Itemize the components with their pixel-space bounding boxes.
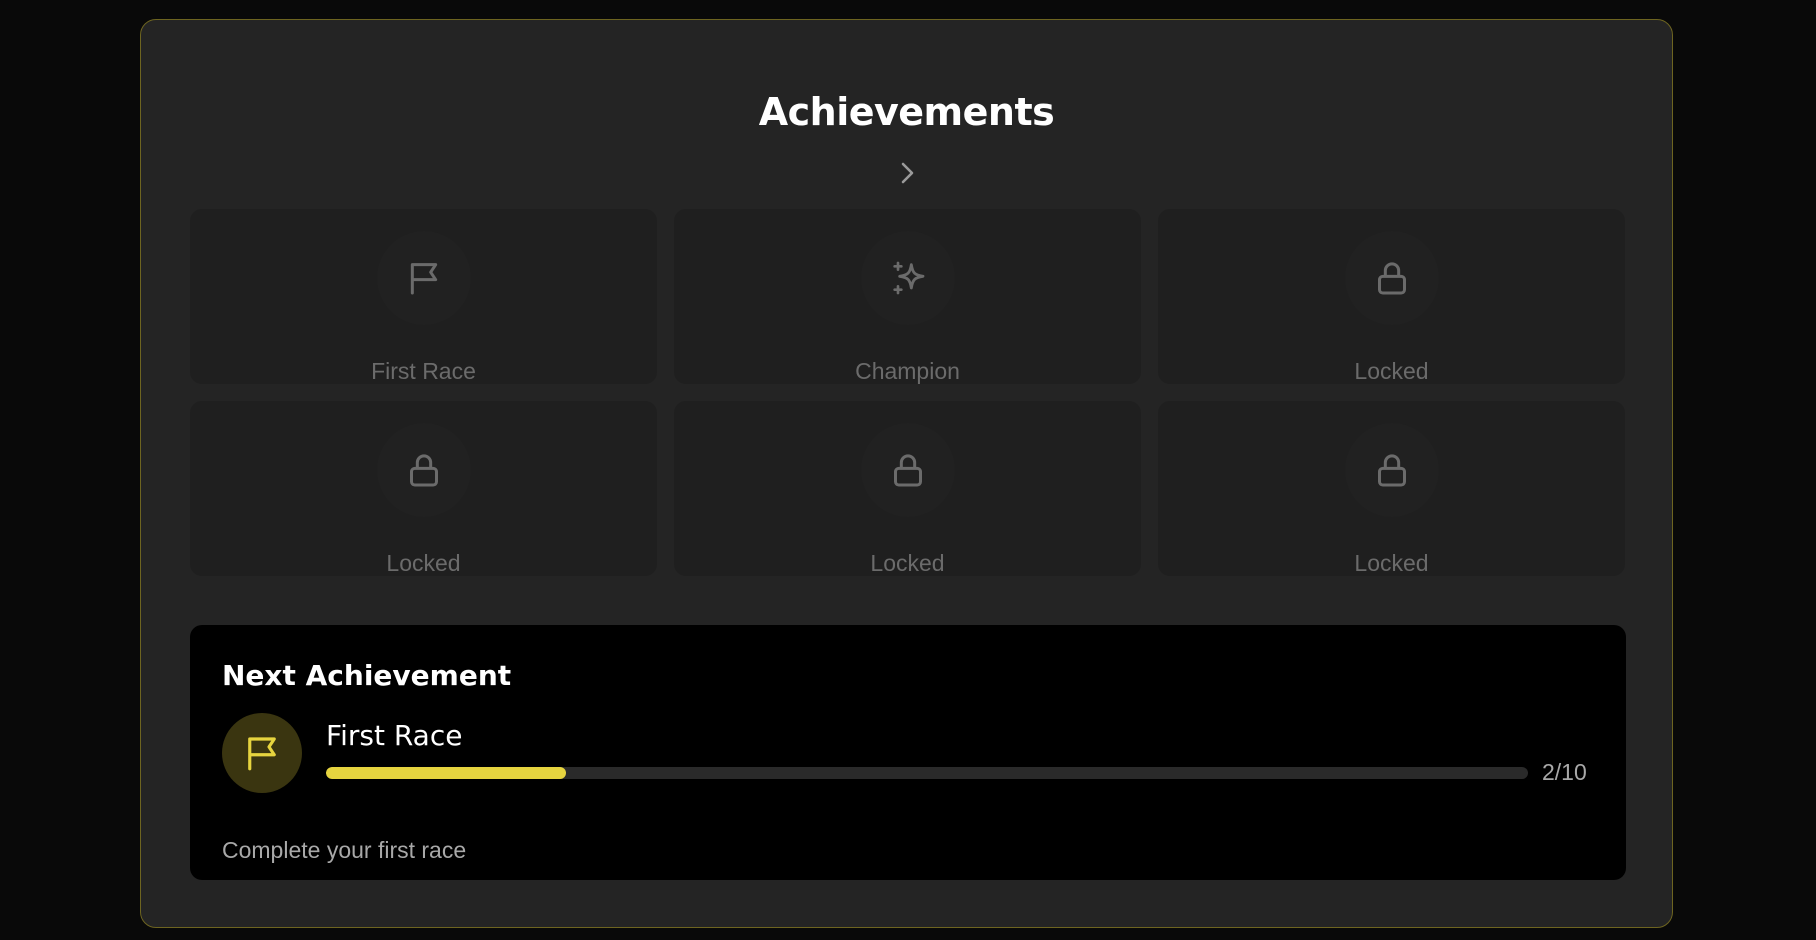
achievement-label: First Race — [371, 358, 476, 384]
achievement-card-locked[interactable]: Locked — [190, 401, 657, 576]
progress-bar-fill — [326, 767, 567, 779]
achievement-card-champion[interactable]: Champion — [674, 209, 1141, 384]
achievement-icon-circle — [1344, 423, 1439, 517]
next-achievement-icon-circle — [222, 713, 302, 793]
achievement-icon-circle — [376, 423, 471, 517]
progress-bar — [326, 767, 1528, 779]
flag-icon — [410, 263, 437, 295]
lock-icon — [893, 454, 922, 487]
achievement-icon-circle — [1344, 231, 1439, 325]
achievement-label: Locked — [1354, 358, 1429, 384]
achievement-icon-circle — [376, 231, 471, 325]
next-achievement-name: First Race — [326, 719, 463, 752]
lock-icon — [1377, 454, 1406, 487]
flag-icon — [248, 737, 276, 771]
achievement-card-first-race[interactable]: First Race — [190, 209, 657, 384]
achievement-label: Locked — [386, 550, 461, 576]
achievement-card-locked[interactable]: Locked — [1158, 209, 1625, 384]
progress-count: 2/10 — [1542, 759, 1587, 785]
achievement-card-locked[interactable]: Locked — [1158, 401, 1625, 576]
sparkles-icon — [892, 261, 924, 295]
achievements-grid: First Race Champion Locked Locked Locked… — [190, 209, 1626, 576]
achievements-panel: Achievements First Race Champion Locked … — [140, 19, 1673, 928]
lock-icon — [1377, 262, 1406, 295]
next-achievement-card: Next Achievement First Race 2/10 Complet… — [190, 625, 1626, 880]
page-title: Achievements — [758, 90, 1055, 134]
achievement-icon-circle — [860, 231, 955, 325]
next-achievement-description: Complete your first race — [222, 837, 467, 863]
achievement-card-locked[interactable]: Locked — [674, 401, 1141, 576]
achievement-label: Locked — [870, 550, 945, 576]
next-achievement-heading: Next Achievement — [222, 659, 512, 692]
expand-chevron-button[interactable] — [891, 157, 923, 189]
achievement-label: Champion — [855, 358, 960, 384]
lock-icon — [409, 454, 438, 487]
achievement-label: Locked — [1354, 550, 1429, 576]
achievement-icon-circle — [860, 423, 955, 517]
chevron-right-icon — [901, 162, 914, 184]
